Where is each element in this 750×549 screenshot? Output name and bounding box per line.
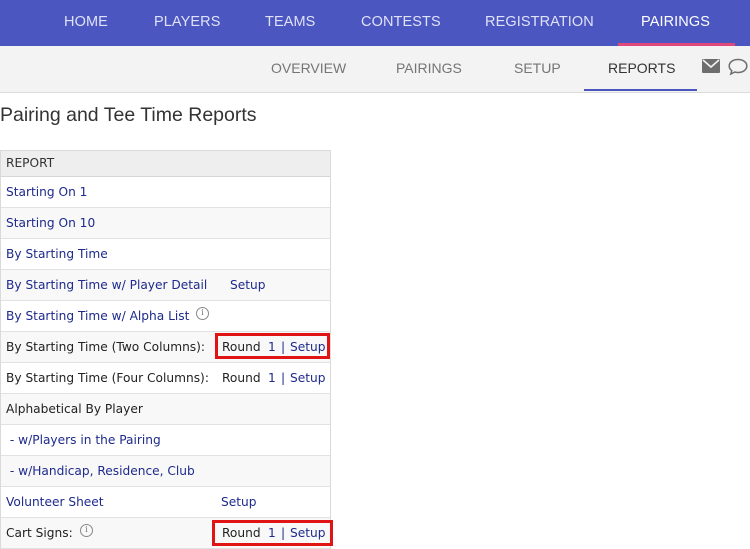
page-title: Pairing and Tee Time Reports [0,104,257,126]
setup-link[interactable]: Setup [230,270,265,300]
nav-players[interactable]: PLAYERS [154,0,221,44]
round-separator: | [281,526,286,540]
report-link-handicap-residence-club[interactable]: - w/Handicap, Residence, Club [6,456,195,486]
table-row: Cart Signs: i Round 1 | Setup [1,518,330,549]
info-icon[interactable]: i [196,307,209,320]
tab-pairings[interactable]: PAIRINGS [396,46,462,90]
table-row: Volunteer Sheet Setup [1,487,330,518]
nav-pairings[interactable]: PAIRINGS [641,0,710,44]
report-link-starting-on-10[interactable]: Starting On 10 [6,208,95,238]
nav-contests[interactable]: CONTESTS [361,0,441,44]
setup-link[interactable]: Setup [221,487,256,517]
round-link[interactable]: 1 [268,518,276,548]
table-row: By Starting Time w/ Alpha List i [1,301,330,332]
table-row: - w/Handicap, Residence, Club [1,456,330,487]
report-label-cart-signs: Cart Signs: [6,526,73,540]
info-icon[interactable]: i [80,524,93,537]
report-link-by-starting-time[interactable]: By Starting Time [6,239,108,269]
round-link[interactable]: 1 [268,332,276,362]
report-table: REPORT Starting On 1 Starting On 10 By S… [0,150,331,549]
tab-setup[interactable]: SETUP [514,46,561,90]
mail-icon[interactable] [702,59,720,78]
table-row: By Starting Time (Four Columns): Round 1… [1,363,330,394]
table-row: By Starting Time w/ Player Detail Setup [1,270,330,301]
round-separator: | [281,371,286,385]
table-header: REPORT [1,151,330,177]
table-row: - w/Players in the Pairing [1,425,330,456]
report-link-starting-time-alpha-list[interactable]: By Starting Time w/ Alpha List [6,301,189,331]
setup-link[interactable]: Setup [290,518,325,548]
round-label: Round [222,526,261,540]
table-row: By Starting Time [1,239,330,270]
chat-icon[interactable] [728,58,748,81]
tab-overview[interactable]: OVERVIEW [271,46,346,90]
setup-link[interactable]: Setup [290,363,325,393]
report-link-starting-on-1[interactable]: Starting On 1 [6,177,87,207]
table-row: Alphabetical By Player [1,394,330,425]
report-label-two-columns: By Starting Time (Two Columns): [6,340,206,354]
round-label: Round [222,340,261,354]
nav-registration[interactable]: REGISTRATION [485,0,594,44]
round-separator: | [281,340,286,354]
report-link-players-in-pairing[interactable]: - w/Players in the Pairing [6,425,161,455]
tab-active-indicator [584,89,697,91]
column-header-report: REPORT [6,156,55,170]
report-label-four-columns: By Starting Time (Four Columns): [6,371,209,385]
table-row: Starting On 10 [1,208,330,239]
sub-nav: OVERVIEW PAIRINGS SETUP REPORTS [0,46,750,93]
table-row: By Starting Time (Two Columns): Round 1 … [1,332,330,363]
report-label-alphabetical: Alphabetical By Player [6,402,143,416]
nav-home[interactable]: HOME [64,0,108,44]
table-row: Starting On 1 [1,177,330,208]
report-link-starting-time-player-detail[interactable]: By Starting Time w/ Player Detail [6,270,207,300]
round-link[interactable]: 1 [268,363,276,393]
report-link-volunteer-sheet[interactable]: Volunteer Sheet [6,487,104,517]
round-label: Round [222,371,261,385]
nav-teams[interactable]: TEAMS [265,0,315,44]
top-nav: HOME PLAYERS TEAMS CONTESTS REGISTRATION… [0,0,750,46]
tab-reports[interactable]: REPORTS [608,46,675,90]
setup-link[interactable]: Setup [290,332,325,362]
